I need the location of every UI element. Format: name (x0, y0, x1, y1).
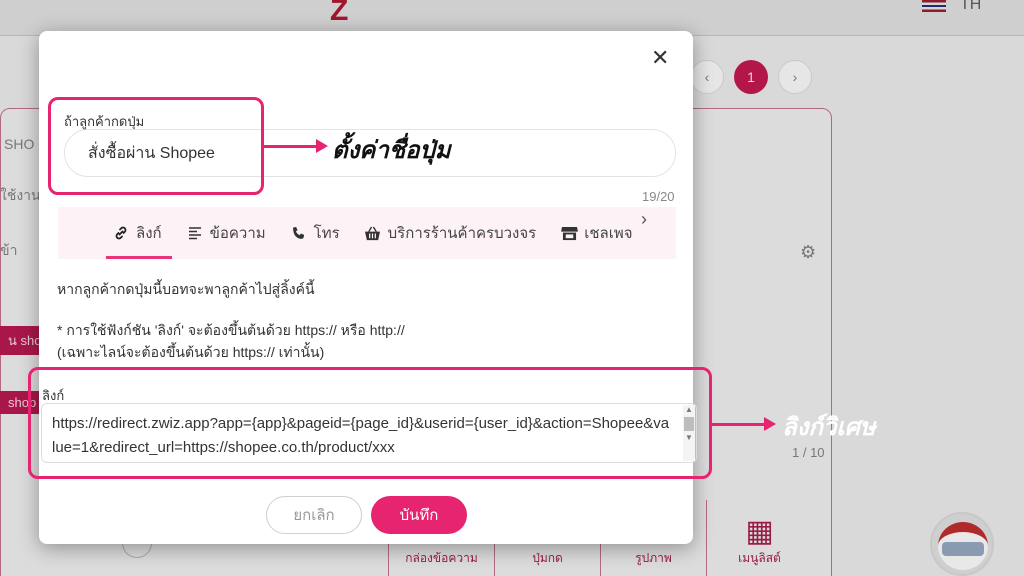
tile-label: ปุ่มกด (532, 551, 563, 565)
tile-label: เมนูลิสต์ (738, 551, 781, 565)
close-icon[interactable]: ✕ (651, 47, 669, 69)
note-line-1: * การใช้ฟังก์ชัน 'ลิงก์' จะต้องขึ้นต้นด้… (57, 322, 405, 338)
thai-flag-icon (922, 0, 946, 12)
tab-sellpage[interactable]: เชลเพจ (560, 207, 633, 259)
gear-icon[interactable]: ⚙ (800, 243, 818, 261)
text-lines-icon (186, 224, 204, 242)
tab-label: ข้อความ (209, 225, 266, 242)
note-line-2: (เฉพาะไลน์จะต้องขึ้นต้นด้วย https:// เท่… (57, 344, 325, 360)
button-name-annotation: ตั้งค่าชื่อปุ่ม (332, 137, 451, 164)
tab-link[interactable]: ลิงก์ (106, 207, 172, 259)
phone-icon (290, 224, 308, 242)
basket-icon (364, 224, 382, 242)
store-icon (560, 224, 578, 242)
tile-menu-list[interactable]: ▦ เมนูลิสต์ (706, 500, 812, 576)
tabs-next-chevron-icon[interactable]: › (641, 209, 647, 230)
button-name-arrow-icon (264, 139, 328, 153)
mascot-avatar[interactable] (930, 512, 994, 576)
menu-list-icon: ▦ (745, 515, 774, 548)
pager: ‹ 1 › (690, 60, 812, 94)
link-icon (112, 224, 130, 242)
tile-label: กล่องข้อความ (405, 551, 478, 565)
app-logo: Z (330, 0, 349, 27)
tab-phone[interactable]: โทร (290, 207, 340, 259)
tile-label: รูปภาพ (635, 551, 672, 565)
language-label[interactable]: TH (960, 0, 981, 14)
bg-text-2: ใช้งาน (0, 187, 41, 203)
bg-text-3: ข้า (0, 242, 18, 258)
pager-next-button[interactable]: › (778, 60, 812, 94)
tab-label: ลิงก์ (136, 225, 162, 242)
pager-current-page[interactable]: 1 (734, 60, 768, 94)
link-note: * การใช้ฟังก์ชัน 'ลิงก์' จะต้องขึ้นต้นด้… (57, 319, 405, 363)
link-annotation: ลิงก์วิเศษ (782, 414, 876, 441)
pager-prev-button[interactable]: ‹ (690, 60, 724, 94)
tab-text[interactable]: ข้อความ (186, 207, 266, 259)
tab-label: เชลเพจ (584, 225, 633, 242)
item-count: 1 / 10 (792, 445, 825, 460)
save-button[interactable]: บันทึก (371, 496, 467, 534)
char-count: 19/20 (642, 189, 675, 204)
button-name-highlight (48, 97, 264, 195)
tab-label: โทร (313, 225, 340, 242)
bg-text-1: SHO (4, 136, 35, 152)
tab-label: บริการร้านค้าครบวงจร (387, 225, 537, 242)
link-info-text: หากลูกค้ากดปุ่มนี้บอทจะพาลูกค้าไปสู่ลิ้ง… (57, 281, 315, 297)
cancel-button[interactable]: ยกเลิก (266, 496, 362, 534)
mascot-mask (942, 542, 984, 556)
tab-store-service[interactable]: บริการร้านค้าครบวงจร (364, 207, 537, 259)
link-highlight (28, 367, 712, 479)
action-tabs: ลิงก์ ข้อความ โทร บริการร้านค้าครบวงจร เ… (58, 207, 676, 259)
link-arrow-icon (712, 417, 776, 431)
